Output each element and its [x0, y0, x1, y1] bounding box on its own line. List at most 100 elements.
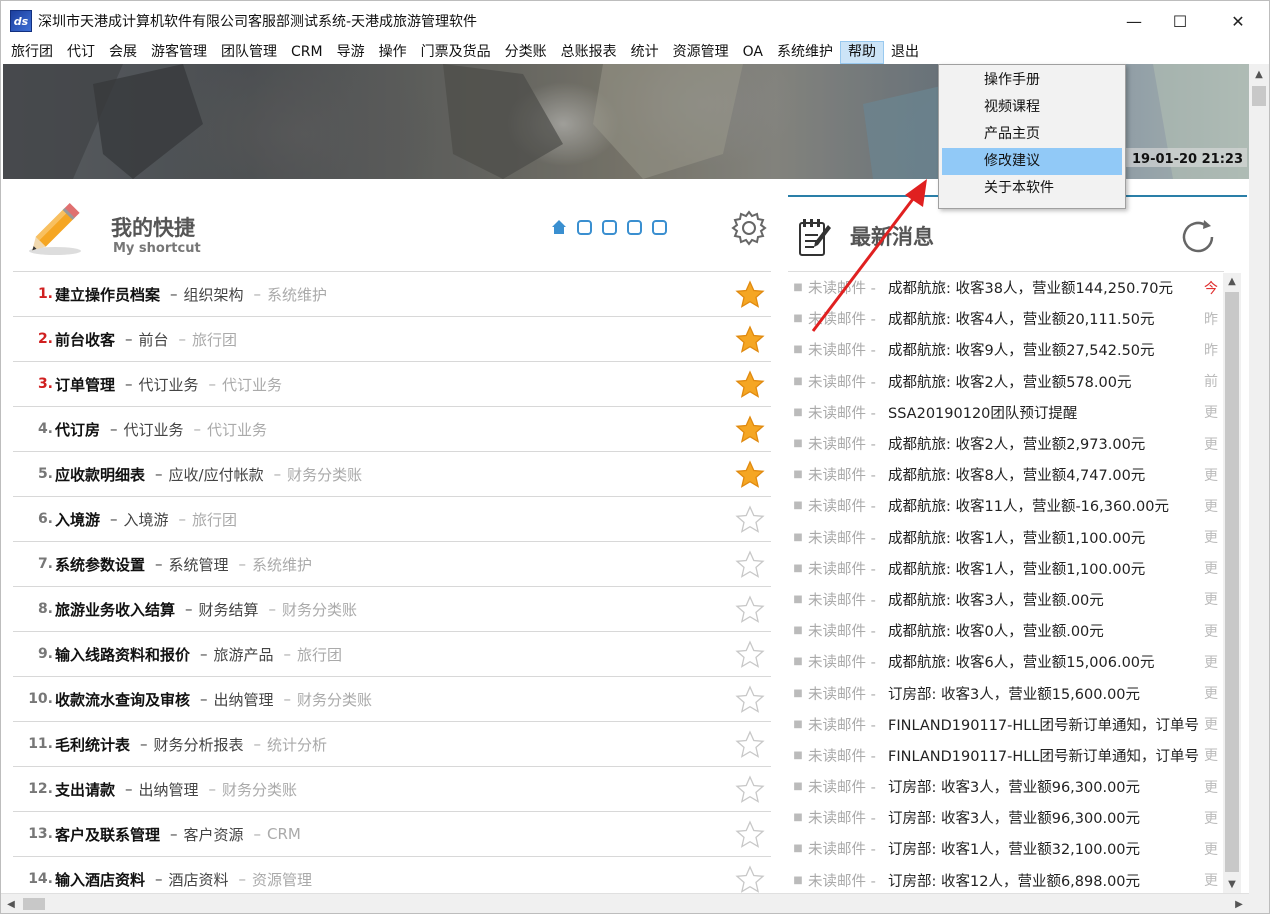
news-item[interactable]: ■ 未读邮件 - 成都航旅: 收客8人，营业额4,747.00元 更	[788, 459, 1224, 490]
news-text[interactable]: 订房部: 收客3人，营业额96,300.00元	[888, 776, 1140, 797]
shortcut-name[interactable]: 代订房	[55, 419, 100, 440]
shortcut-name[interactable]: 支出请款	[55, 779, 115, 800]
scrollbar-thumb[interactable]	[23, 898, 45, 910]
news-text[interactable]: 成都航旅: 收客38人，营业额144,250.70元	[888, 277, 1173, 298]
news-text[interactable]: 订房部: 收客3人，营业额96,300.00元	[888, 807, 1140, 828]
shortcut-row[interactable]: 9. 输入线路资料和报价 – 旅游产品 – 旅行团	[13, 631, 771, 676]
help-menu-item[interactable]: 视频课程	[942, 94, 1122, 121]
menu-item[interactable]: 代订	[60, 41, 102, 64]
star-outline-icon[interactable]	[735, 865, 765, 895]
scroll-up-arrow-icon[interactable]: ▲	[1249, 64, 1269, 84]
news-item[interactable]: ■ 未读邮件 - SSA20190120团队预订提醒 更	[788, 397, 1224, 428]
shortcut-name[interactable]: 应收款明细表	[55, 464, 145, 485]
star-filled-icon[interactable]	[735, 325, 765, 355]
star-filled-icon[interactable]	[735, 280, 765, 310]
news-item[interactable]: ■ 未读邮件 - 成都航旅: 收客2人，营业额578.00元 前	[788, 366, 1224, 397]
star-filled-icon[interactable]	[735, 460, 765, 490]
news-item[interactable]: ■ 未读邮件 - 订房部: 收客1人，营业额32,100.00元 更	[788, 833, 1224, 864]
shortcut-row[interactable]: 4. 代订房 – 代订业务 – 代订业务	[13, 406, 771, 451]
news-item[interactable]: ■ 未读邮件 - 订房部: 收客3人，营业额15,600.00元 更	[788, 677, 1224, 708]
news-item[interactable]: ■ 未读邮件 - 成都航旅: 收客9人，营业额27,542.50元 昨	[788, 334, 1224, 365]
news-item[interactable]: ■ 未读邮件 - 成都航旅: 收客4人，营业额20,111.50元 昨	[788, 303, 1224, 334]
shortcut-row[interactable]: 12. 支出请款 – 出纳管理 – 财务分类账	[13, 766, 771, 811]
page-dot[interactable]	[602, 219, 617, 235]
news-text[interactable]: SSA20190120团队预订提醒	[888, 402, 1077, 423]
menu-item[interactable]: 统计	[624, 41, 666, 64]
menu-item[interactable]: 门票及货品	[414, 41, 498, 64]
shortcut-name[interactable]: 前台收客	[55, 329, 115, 350]
news-item[interactable]: ■ 未读邮件 - 订房部: 收客12人，营业额6,898.00元 更	[788, 865, 1224, 895]
shortcut-row[interactable]: 2. 前台收客 – 前台 – 旅行团	[13, 316, 771, 361]
scroll-right-arrow-icon[interactable]: ▶	[1229, 894, 1249, 913]
shortcut-name[interactable]: 入境游	[55, 509, 100, 530]
shortcut-name[interactable]: 毛利统计表	[55, 734, 130, 755]
news-text[interactable]: 订房部: 收客3人，营业额15,600.00元	[888, 683, 1140, 704]
news-scrollbar[interactable]: ▲ ▼	[1223, 273, 1241, 893]
shortcut-row[interactable]: 6. 入境游 – 入境游 – 旅行团	[13, 496, 771, 541]
news-item[interactable]: ■ 未读邮件 - 成都航旅: 收客38人，营业额144,250.70元 今	[788, 272, 1224, 303]
star-outline-icon[interactable]	[735, 730, 765, 760]
news-item[interactable]: ■ 未读邮件 - 成都航旅: 收客2人，营业额2,973.00元 更	[788, 428, 1224, 459]
shortcut-name[interactable]: 建立操作员档案	[55, 284, 160, 305]
shortcut-row[interactable]: 13. 客户及联系管理 – 客户资源 – CRM	[13, 811, 771, 856]
window-scrollbar[interactable]: ▲	[1249, 64, 1269, 893]
news-item[interactable]: ■ 未读邮件 - 成都航旅: 收客1人，营业额1,100.00元 更	[788, 553, 1224, 584]
scroll-down-arrow-icon[interactable]: ▼	[1223, 876, 1241, 893]
shortcut-name[interactable]: 收款流水查询及审核	[55, 689, 190, 710]
menu-item[interactable]: 旅行团	[4, 41, 60, 64]
shortcut-name[interactable]: 输入线路资料和报价	[55, 644, 190, 665]
shortcut-name[interactable]: 旅游业务收入结算	[55, 599, 175, 620]
news-item[interactable]: ■ 未读邮件 - 成都航旅: 收客11人，营业额-16,360.00元 更	[788, 490, 1224, 521]
news-text[interactable]: 成都航旅: 收客8人，营业额4,747.00元	[888, 464, 1145, 485]
maximize-button[interactable]: ☐	[1157, 1, 1203, 41]
news-text[interactable]: 成都航旅: 收客0人，营业额.00元	[888, 620, 1104, 641]
help-menu-item[interactable]: 操作手册	[942, 67, 1122, 94]
scroll-up-arrow-icon[interactable]: ▲	[1223, 273, 1241, 290]
shortcut-row[interactable]: 3. 订单管理 – 代订业务 – 代订业务	[13, 361, 771, 406]
menu-item[interactable]: 总账报表	[554, 41, 624, 64]
shortcut-row[interactable]: 1. 建立操作员档案 – 组织架构 – 系统维护	[13, 271, 771, 316]
news-item[interactable]: ■ 未读邮件 - 成都航旅: 收客0人，营业额.00元 更	[788, 615, 1224, 646]
horizontal-scrollbar[interactable]: ◀ ▶	[1, 893, 1269, 913]
news-text[interactable]: 成都航旅: 收客1人，营业额1,100.00元	[888, 558, 1145, 579]
news-text[interactable]: FINLAND190117-HLL团号新订单通知，订单号	[888, 714, 1199, 735]
help-menu-item[interactable]: 修改建议	[942, 148, 1122, 175]
shortcut-name[interactable]: 系统参数设置	[55, 554, 145, 575]
news-text[interactable]: 订房部: 收客1人，营业额32,100.00元	[888, 838, 1140, 859]
page-dot[interactable]	[652, 219, 667, 235]
shortcut-row[interactable]: 5. 应收款明细表 – 应收/应付帐款 – 财务分类账	[13, 451, 771, 496]
news-text[interactable]: 成都航旅: 收客6人，营业额15,006.00元	[888, 651, 1155, 672]
news-item[interactable]: ■ 未读邮件 - FINLAND190117-HLL团号新订单通知，订单号更	[788, 740, 1224, 771]
news-text[interactable]: FINLAND190117-HLL团号新订单通知，订单号	[888, 745, 1199, 766]
scrollbar-thumb[interactable]	[1225, 292, 1239, 872]
shortcut-name[interactable]: 输入酒店资料	[55, 869, 145, 890]
news-text[interactable]: 成都航旅: 收客2人，营业额2,973.00元	[888, 433, 1145, 454]
star-outline-icon[interactable]	[735, 595, 765, 625]
news-text[interactable]: 成都航旅: 收客11人，营业额-16,360.00元	[888, 495, 1169, 516]
shortcut-name[interactable]: 订单管理	[55, 374, 115, 395]
star-outline-icon[interactable]	[735, 775, 765, 805]
news-text[interactable]: 成都航旅: 收客3人，营业额.00元	[888, 589, 1104, 610]
star-outline-icon[interactable]	[735, 550, 765, 580]
news-item[interactable]: ■ 未读邮件 - 成都航旅: 收客6人，营业额15,006.00元 更	[788, 646, 1224, 677]
help-menu-item[interactable]: 产品主页	[942, 121, 1122, 148]
news-item[interactable]: ■ 未读邮件 - 订房部: 收客3人，营业额96,300.00元 更	[788, 802, 1224, 833]
news-item[interactable]: ■ 未读邮件 - 订房部: 收客3人，营业额96,300.00元 更	[788, 771, 1224, 802]
news-text[interactable]: 成都航旅: 收客1人，营业额1,100.00元	[888, 527, 1145, 548]
star-outline-icon[interactable]	[735, 685, 765, 715]
menu-item[interactable]: 系统维护	[770, 41, 840, 64]
scrollbar-thumb[interactable]	[1252, 86, 1266, 106]
menu-item[interactable]: OA	[736, 41, 770, 64]
page-dot[interactable]	[627, 219, 642, 235]
news-item[interactable]: ■ 未读邮件 - 成都航旅: 收客3人，营业额.00元 更	[788, 584, 1224, 615]
refresh-icon[interactable]	[1178, 217, 1218, 257]
news-item[interactable]: ■ 未读邮件 - FINLAND190117-HLL团号新订单通知，订单号更	[788, 709, 1224, 740]
menu-item[interactable]: 游客管理	[144, 41, 214, 64]
menu-item[interactable]: 资源管理	[666, 41, 736, 64]
shortcut-row[interactable]: 7. 系统参数设置 – 系统管理 – 系统维护	[13, 541, 771, 586]
menu-item[interactable]: 会展	[102, 41, 144, 64]
page-dot[interactable]	[577, 219, 592, 235]
menu-item[interactable]: 导游	[330, 41, 372, 64]
menu-item[interactable]: CRM	[284, 41, 330, 64]
minimize-button[interactable]: —	[1111, 1, 1157, 41]
